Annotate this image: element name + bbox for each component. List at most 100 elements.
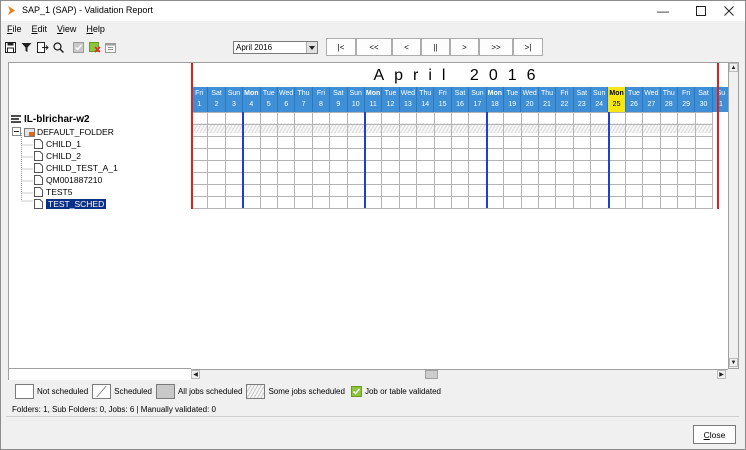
day-number: 28: [664, 101, 673, 108]
grid-col-line: [224, 112, 226, 208]
day-number: 30: [699, 101, 708, 108]
window-title: SAP_1 (SAP) - Validation Report: [22, 5, 153, 15]
tree-job[interactable]: CHILD_TEST_A_1: [33, 162, 118, 173]
menu-view[interactable]: View: [52, 23, 81, 37]
tree-job-label: CHILD_TEST_A_1: [46, 162, 118, 173]
schedule-grid[interactable]: [191, 112, 728, 209]
tree-job-label: CHILD_1: [46, 138, 81, 149]
nav-pause-button[interactable]: ||: [421, 38, 450, 56]
menu-edit[interactable]: Edit: [27, 23, 53, 37]
day-number: 17: [473, 101, 482, 108]
horizontal-scrollbar[interactable]: ◀ ▶: [191, 369, 728, 380]
day-name: Sun: [349, 90, 362, 97]
nav-last-button[interactable]: >|: [513, 38, 543, 56]
nav-first-button[interactable]: |<: [326, 38, 356, 56]
day-header-cell: Sun 3: [225, 87, 244, 112]
export-button[interactable]: [36, 41, 49, 54]
scroll-up-icon[interactable]: ▲: [729, 63, 738, 72]
tree-root-label: IL-blrichar-w2: [24, 114, 90, 125]
nav-prev-fast-button[interactable]: <<: [356, 38, 392, 56]
month-select[interactable]: April 2016: [233, 41, 318, 54]
day-name: Su: [716, 90, 726, 97]
day-number: 25: [608, 99, 625, 111]
scroll-right-icon[interactable]: ▶: [717, 370, 726, 379]
save-button[interactable]: [4, 41, 17, 54]
day-number: 21: [543, 101, 551, 108]
legend-all-jobs-label: All jobs scheduled: [177, 386, 243, 396]
validate-button[interactable]: [72, 41, 85, 54]
day-name: Fri: [682, 90, 691, 97]
week-separator: [242, 112, 245, 208]
calendar-button[interactable]: [104, 41, 117, 54]
menu-view-label: iew: [62, 24, 77, 34]
day-header-cell: Su 1: [712, 87, 728, 112]
legend: Not scheduled Scheduled All jobs schedul…: [15, 383, 445, 399]
vertical-scrollbar[interactable]: ▲ ▼: [728, 62, 739, 369]
day-header-cell: Fri 29: [677, 87, 696, 112]
tree-job[interactable]: TEST5: [33, 186, 72, 197]
scroll-thumb[interactable]: [425, 370, 438, 379]
day-header-cell: Fri 15: [434, 87, 452, 112]
nav-next-button[interactable]: >: [450, 38, 479, 56]
menu-file-label: ile: [12, 24, 22, 34]
grid-col-line: [329, 112, 331, 208]
close-button[interactable]: Close: [693, 425, 736, 444]
grid-row-line: [191, 208, 713, 209]
day-header-cell: Sat 30: [695, 87, 713, 112]
day-number: 27: [647, 101, 656, 108]
tree-job[interactable]: QM001887210: [33, 174, 102, 185]
chevron-down-icon[interactable]: [306, 42, 317, 53]
legend-scheduled-swatch: [92, 383, 112, 399]
minimize-button[interactable]: —: [647, 1, 679, 21]
calendar-icon: [105, 42, 116, 53]
grid-col-line: [677, 112, 679, 208]
grid-col-line: [294, 112, 296, 208]
scroll-down-icon[interactable]: ▼: [729, 358, 738, 367]
day-header-cell: Wed 13: [399, 87, 418, 112]
grid-col-line: [503, 112, 505, 208]
nav-prev-button[interactable]: <: [392, 38, 421, 56]
nav-next-fast-button[interactable]: >>: [479, 38, 513, 56]
day-name: Sun: [471, 90, 484, 97]
tree-job-selected[interactable]: TEST_SCHED: [33, 198, 107, 209]
day-number: 16: [456, 101, 464, 108]
grid-col-line: [625, 112, 626, 208]
remove-validation-button[interactable]: [88, 41, 101, 54]
day-name: Sun: [592, 90, 606, 97]
day-number: 15: [438, 101, 447, 108]
legend-not-scheduled-swatch: [15, 383, 34, 399]
day-number: 7: [301, 101, 306, 108]
day-name: Mon: [487, 90, 503, 97]
day-name: Sun: [227, 90, 241, 97]
menu-help[interactable]: Help: [81, 23, 110, 37]
grid-col-line: [555, 112, 557, 208]
legend-some-jobs-swatch: [246, 383, 266, 399]
close-window-button[interactable]: [713, 1, 745, 21]
tree-job[interactable]: CHILD_2: [33, 150, 81, 161]
calendar-month-title: April 2016: [373, 67, 546, 84]
status-summary: Folders: 1, Sub Folders: 0, Jobs: 6 | Ma…: [12, 405, 216, 414]
day-header-cell: Mon 4: [243, 87, 261, 112]
day-header-cell: Fri 22: [556, 87, 574, 112]
filter-button[interactable]: [20, 41, 33, 54]
tree-root[interactable]: IL-blrichar-w2: [11, 114, 90, 125]
day-name: Sat: [454, 90, 466, 97]
legend-not-scheduled-label: Not scheduled: [37, 386, 89, 396]
day-number: 1: [718, 101, 723, 108]
search-button[interactable]: [52, 41, 65, 54]
menu-file[interactable]: File: [1, 23, 27, 37]
grid-col-line: [642, 112, 644, 208]
day-header-cell: Sat 2: [208, 87, 226, 112]
grid-col-line: [659, 112, 661, 208]
day-number: 18: [490, 101, 499, 108]
day-name: Tue: [384, 90, 397, 97]
tree-job[interactable]: CHILD_1: [33, 138, 81, 149]
day-header-cell: Tue 5: [260, 87, 278, 112]
scroll-left-icon[interactable]: ◀: [191, 370, 200, 379]
grid-col-line: [572, 112, 574, 208]
day-header-cell: Sun 10: [347, 87, 365, 112]
day-header-cell: Mon 25: [608, 87, 626, 112]
day-name: Thu: [662, 90, 675, 97]
sap-app-icon: [8, 6, 15, 15]
grid-col-line: [590, 112, 592, 208]
